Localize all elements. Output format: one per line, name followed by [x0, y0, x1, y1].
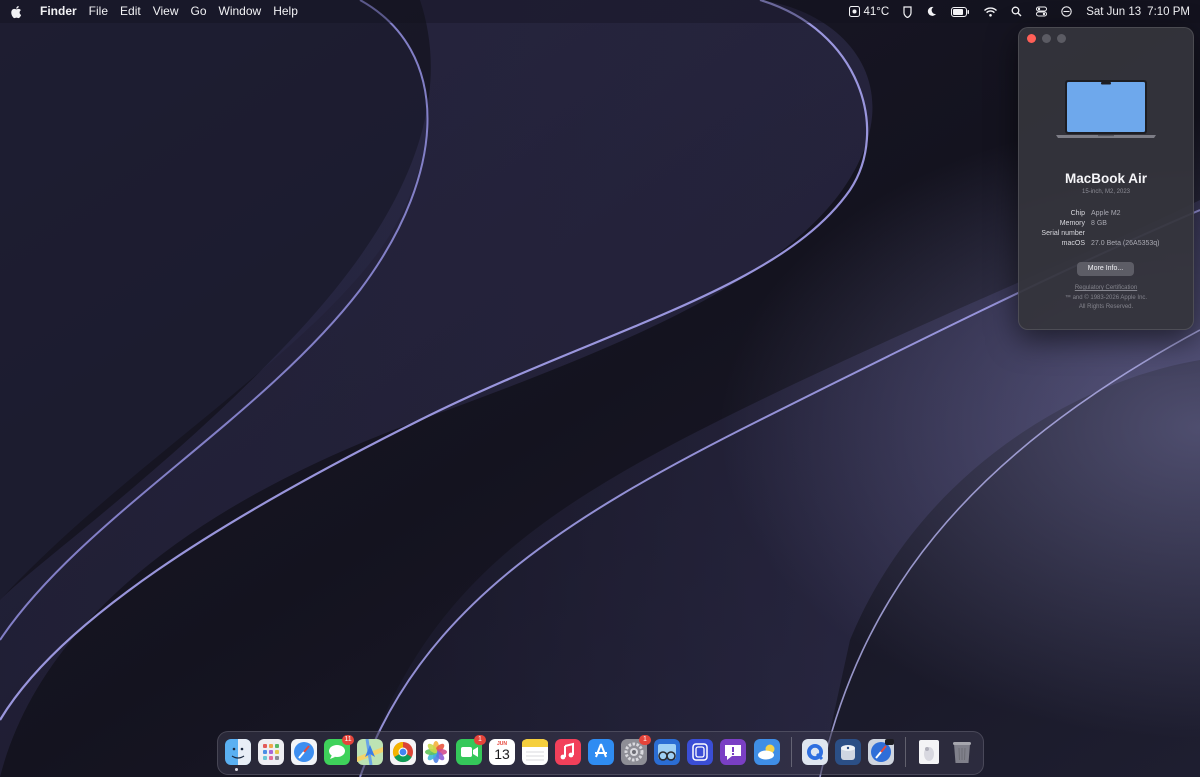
app-store-icon[interactable] [588, 739, 614, 765]
preview-document-icon[interactable] [916, 739, 942, 765]
spec-label: Chip [1070, 210, 1085, 217]
safari-icon[interactable] [291, 739, 317, 765]
menu-view[interactable]: View [147, 0, 185, 23]
spec-label: macOS [1061, 240, 1085, 247]
feedback-icon[interactable] [720, 739, 746, 765]
weather-icon [849, 6, 861, 17]
spec-value: 27.0 Beta (26A5353q) [1091, 240, 1160, 247]
disk-utility-icon[interactable] [835, 739, 861, 765]
weather-status[interactable]: 41°C [849, 6, 889, 18]
regulatory-certification-link[interactable]: Regulatory Certification [1019, 285, 1193, 291]
menu-finder[interactable]: Finder [34, 0, 83, 23]
messages-icon[interactable]: 11 [324, 735, 354, 765]
chrome-icon[interactable] [390, 739, 416, 765]
search-icon[interactable] [1011, 6, 1022, 17]
spec-row-memory: Memory 8 GB [1019, 219, 1193, 229]
screen-time-icon[interactable] [687, 739, 713, 765]
menubar-time: 7:10 PM [1147, 5, 1190, 18]
copyright-line: All Rights Reserved. [1078, 304, 1134, 310]
finder-icon[interactable] [225, 739, 251, 765]
copyright-text: ™ and © 1983-2026 Apple Inc. All Rights … [1019, 294, 1193, 312]
product-subtitle: 15-inch, M2, 2023 [1081, 189, 1131, 195]
menu-file[interactable]: File [83, 0, 114, 23]
spec-row-chip: Chip Apple M2 [1019, 209, 1193, 219]
system-settings-icon[interactable]: 1 [621, 735, 651, 765]
product-name: MacBook Air [1064, 171, 1147, 186]
about-this-mac-window: MacBook Air 15-inch, M2, 2023 Chip Apple… [1018, 27, 1194, 330]
settings-badge: 1 [639, 735, 651, 745]
weather-temperature: 41°C [863, 5, 890, 18]
menu-edit[interactable]: Edit [114, 0, 147, 23]
menu-go[interactable]: Go [185, 0, 213, 23]
menu-window[interactable]: Window [213, 0, 268, 23]
quicktime-icon[interactable] [802, 739, 828, 765]
maps-icon[interactable] [357, 739, 383, 765]
trash-icon[interactable] [949, 739, 975, 765]
weather-app-icon[interactable] [754, 739, 780, 765]
minimize-window-button[interactable] [1042, 34, 1051, 43]
battery-icon[interactable] [951, 6, 970, 17]
close-window-button[interactable] [1027, 34, 1036, 43]
user-switch-icon[interactable] [1061, 6, 1072, 17]
spec-value: Apple M2 [1091, 210, 1121, 217]
launchpad-icon[interactable] [258, 739, 284, 765]
menubar-date: Sat Jun 13 [1086, 5, 1142, 18]
spec-value: 8 GB [1091, 220, 1107, 227]
battery-shield-icon[interactable] [903, 5, 912, 18]
menu-help[interactable]: Help [267, 0, 304, 23]
spec-label: Memory [1059, 220, 1085, 227]
spec-list: Chip Apple M2 Memory 8 GB Serial number … [1019, 209, 1193, 249]
more-info-button[interactable]: More Info... [1077, 262, 1134, 276]
calendar-icon[interactable]: JUN 13 [489, 739, 515, 765]
facetime-icon[interactable]: 1 [456, 735, 486, 765]
apple-logo-icon[interactable] [10, 5, 24, 19]
photos-icon[interactable] [423, 739, 449, 765]
spec-label: Serial number [1041, 230, 1085, 237]
preview-icon[interactable] [654, 739, 680, 765]
wifi-icon[interactable] [984, 6, 998, 17]
spec-row-macos: macOS 27.0 Beta (26A5353q) [1019, 239, 1193, 249]
menu-bar: Finder File Edit View Go Window Help 41°… [0, 0, 1200, 23]
moon-icon[interactable] [926, 6, 937, 17]
notes-icon[interactable] [522, 739, 548, 765]
control-center-icon[interactable] [1036, 6, 1048, 17]
spec-row-serial: Serial number [1019, 229, 1193, 239]
clock[interactable]: Sat Jun 13 7:10 PM [1086, 6, 1190, 18]
dock-separator [791, 737, 792, 767]
messages-badge: 11 [342, 735, 354, 745]
zoom-window-button[interactable] [1057, 34, 1066, 43]
calendar-day: 13 [494, 746, 510, 762]
facetime-badge: 1 [474, 735, 486, 745]
running-indicator [235, 768, 238, 771]
music-icon[interactable] [555, 739, 581, 765]
dock-separator [905, 737, 906, 767]
safari-technology-preview-icon[interactable] [868, 739, 894, 765]
copyright-line: ™ and © 1983-2026 Apple Inc. [1064, 295, 1148, 301]
macbook-illustration [1056, 80, 1156, 138]
